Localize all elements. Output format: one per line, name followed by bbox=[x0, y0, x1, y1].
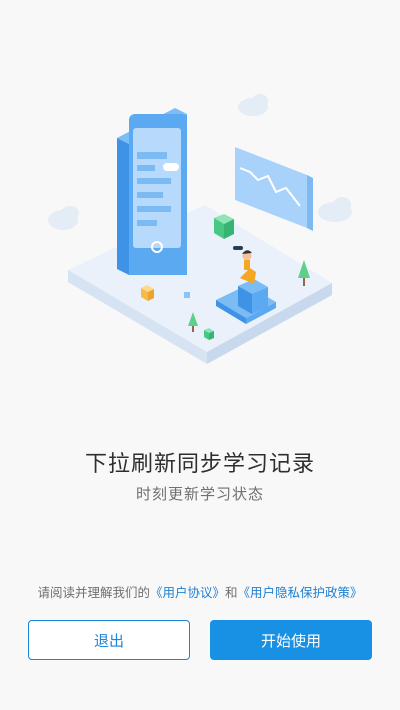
privacy-policy-link[interactable]: 《用户隐私保护政策》 bbox=[238, 585, 363, 600]
agreement-prefix: 请阅读并理解我们的 bbox=[37, 585, 150, 600]
page-title: 下拉刷新同步学习记录 bbox=[84, 452, 315, 477]
agreement-conjunction: 和 bbox=[225, 585, 238, 600]
phone-icon bbox=[117, 108, 187, 275]
agreement-text: 请阅读并理解我们的《用户协议》和《用户隐私保护政策》 bbox=[0, 582, 400, 601]
chart-panel-icon bbox=[235, 147, 313, 231]
page-subtitle: 时刻更新学习状态 bbox=[135, 485, 264, 503]
isometric-platform bbox=[68, 205, 332, 364]
start-button[interactable]: 开始使用 bbox=[210, 620, 372, 660]
sync-illustration bbox=[48, 94, 352, 364]
exit-button[interactable]: 退出 bbox=[28, 620, 190, 660]
user-agreement-link[interactable]: 《用户协议》 bbox=[150, 585, 225, 600]
